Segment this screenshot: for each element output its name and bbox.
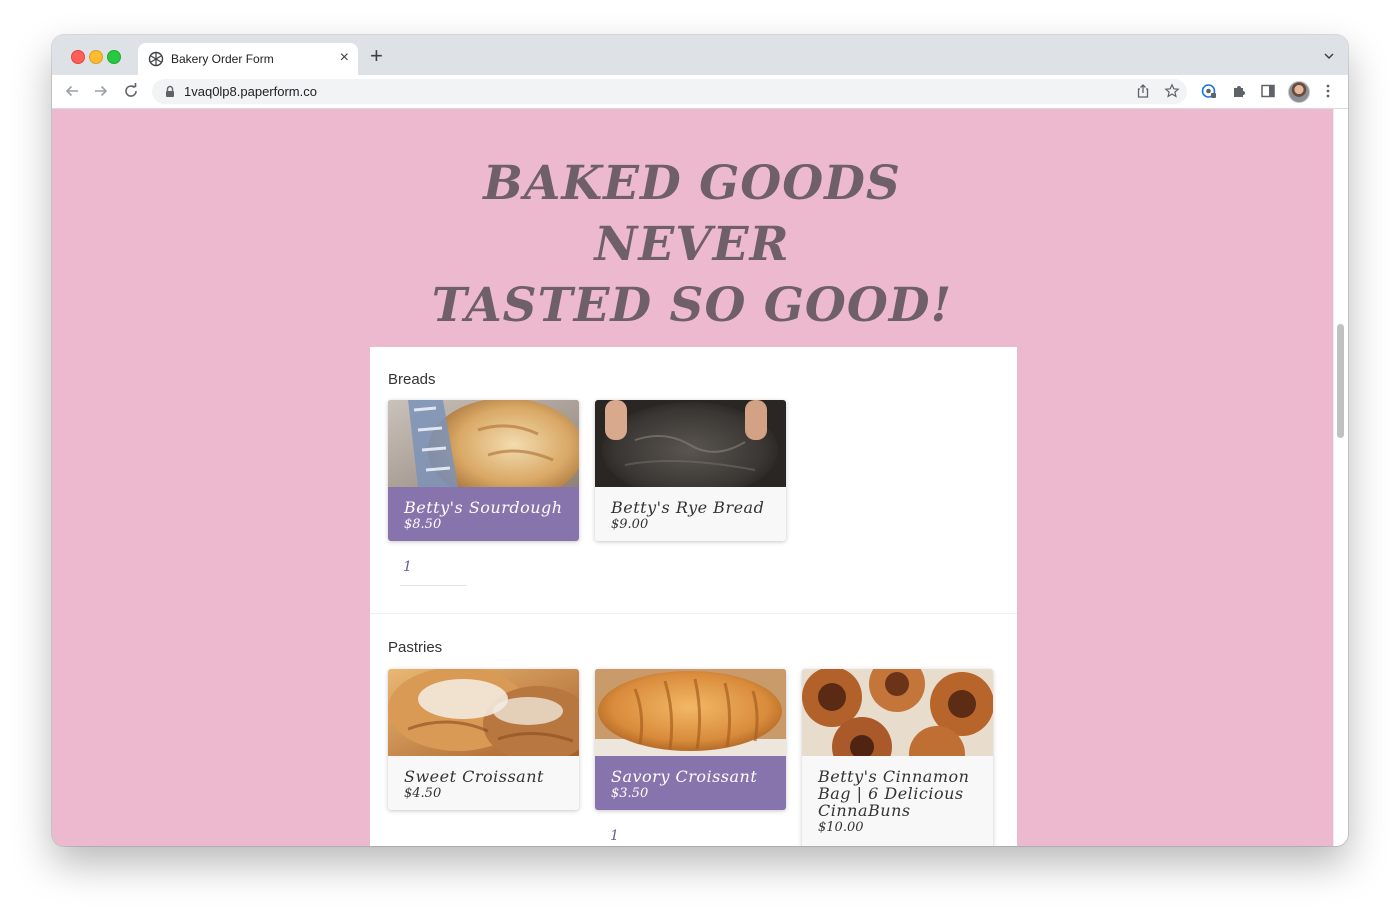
plus-icon[interactable]: + [370,45,383,67]
extensions-icon[interactable] [1231,83,1247,99]
sourdough-photo [388,400,579,487]
share-icon[interactable] [1135,83,1151,99]
product-price: $3.50 [611,786,649,801]
cinnamon-buns-photo [802,669,993,756]
section-divider [370,613,1017,614]
hero-heading: BAKED GOODS NEVER TASTED SO GOOD! [382,153,1002,336]
product-info: Betty's Sourdough $8.50 [388,487,579,541]
product-name: Savory Croissant [611,767,758,786]
tab-bakery-order-form[interactable]: Bakery Order Form × [138,43,358,75]
product-info: Savory Croissant $3.50 [595,756,786,810]
reload-icon[interactable] [122,82,140,100]
product-price: $4.50 [404,786,442,801]
browser-toolbar: 1vaq0lp8.paperform.co [52,75,1348,109]
forward-arrow-icon[interactable] [92,82,110,100]
product-price: $10.00 [818,820,864,835]
sweet-croissant-photo [388,669,579,756]
savory-croissant-photo [595,669,786,756]
product-price: $8.50 [404,517,442,532]
rye-bread-photo [595,400,786,487]
order-form-card: Breads Betty's Sourdough $8.50 1 Betty's… [370,347,1017,846]
maximize-window-button[interactable] [107,50,121,64]
quantity-value-sourdough[interactable]: 1 [403,559,412,575]
product-card-sourdough[interactable]: Betty's Sourdough $8.50 [388,400,579,541]
product-info: Betty's Rye Bread $9.00 [595,487,786,541]
hero-line-2: TASTED SO GOOD! [431,278,953,333]
star-icon[interactable] [1164,83,1180,99]
product-name: Betty's Cinnamon Bag | 6 Delicious Cinna… [818,767,970,820]
product-name: Betty's Rye Bread [611,498,765,517]
hero-line-1: BAKED GOODS NEVER [483,156,901,272]
section-title-breads: Breads [388,371,436,388]
section-title-pastries: Pastries [388,639,443,656]
product-card-savory-croissant[interactable]: Savory Croissant $3.50 [595,669,786,810]
page-scrollbar[interactable] [1333,109,1348,846]
close-icon[interactable]: × [340,49,349,67]
product-name: Sweet Croissant [404,767,544,786]
minimize-window-button[interactable] [89,50,103,64]
side-panel-icon[interactable] [1260,83,1276,99]
page-viewport: BAKED GOODS NEVER TASTED SO GOOD! Breads [52,109,1348,846]
tab-strip: Bakery Order Form × + [52,35,1348,75]
paperform-favicon-icon [148,51,164,67]
lock-icon [166,85,174,97]
product-card-sweet-croissant[interactable]: Sweet Croissant $4.50 [388,669,579,810]
scrollbar-thumb[interactable] [1337,324,1344,438]
tab-title: Bakery Order Form [171,52,274,66]
google-lens-icon[interactable] [1201,83,1217,99]
product-price: $9.00 [611,517,649,532]
back-arrow-icon[interactable] [63,82,81,100]
product-name: Betty's Sourdough [404,498,563,517]
browser-window: Bakery Order Form × + 1vaq0lp8.paperform… [52,35,1348,846]
chevron-down-icon[interactable] [1324,51,1334,61]
close-window-button[interactable] [71,50,85,64]
quantity-value-savory-croissant[interactable]: 1 [610,828,619,844]
product-card-cinnamon-bag[interactable]: Betty's Cinnamon Bag | 6 Delicious Cinna… [802,669,993,846]
product-info: Sweet Croissant $4.50 [388,756,579,810]
quantity-underline [400,585,466,586]
more-menu-icon[interactable] [1320,83,1336,99]
url-text: 1vaq0lp8.paperform.co [184,84,317,99]
address-bar[interactable]: 1vaq0lp8.paperform.co [152,79,1187,104]
product-card-rye-bread[interactable]: Betty's Rye Bread $9.00 [595,400,786,541]
product-info: Betty's Cinnamon Bag | 6 Delicious Cinna… [802,756,993,844]
profile-avatar[interactable] [1288,81,1310,103]
